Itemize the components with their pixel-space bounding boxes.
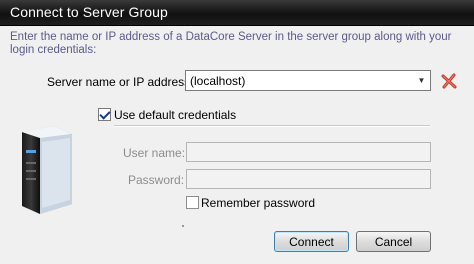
dialog-body: Enter the name or IP address of a DataCo…	[0, 26, 474, 264]
cancel-button[interactable]: Cancel	[356, 231, 431, 252]
window-title: Connect to Server Group	[10, 4, 168, 20]
remember-password-label[interactable]: Remember password	[201, 196, 315, 210]
title-bar: Connect to Server Group	[0, 0, 474, 26]
use-default-credentials-label[interactable]: Use default credentials	[114, 108, 236, 122]
divider-dot	[182, 225, 184, 227]
connect-button[interactable]: Connect	[274, 231, 349, 252]
server-name-combobox[interactable]: (localhost) ▼	[185, 70, 431, 91]
password-label: Password:	[128, 173, 185, 187]
server-tower-icon	[22, 126, 72, 214]
server-name-label: Server name or IP address:	[47, 75, 194, 89]
remove-x-icon[interactable]	[440, 72, 458, 90]
username-label: User name:	[123, 146, 186, 160]
use-default-credentials-checkbox[interactable]	[98, 108, 111, 121]
separator	[114, 125, 430, 127]
remember-password-checkbox[interactable]	[186, 196, 199, 209]
password-input[interactable]	[186, 169, 431, 189]
instruction-text: Enter the name or IP address of a DataCo…	[10, 31, 452, 56]
username-input[interactable]	[186, 142, 431, 162]
chevron-down-icon[interactable]: ▼	[413, 71, 430, 90]
server-name-value: (localhost)	[190, 74, 246, 88]
